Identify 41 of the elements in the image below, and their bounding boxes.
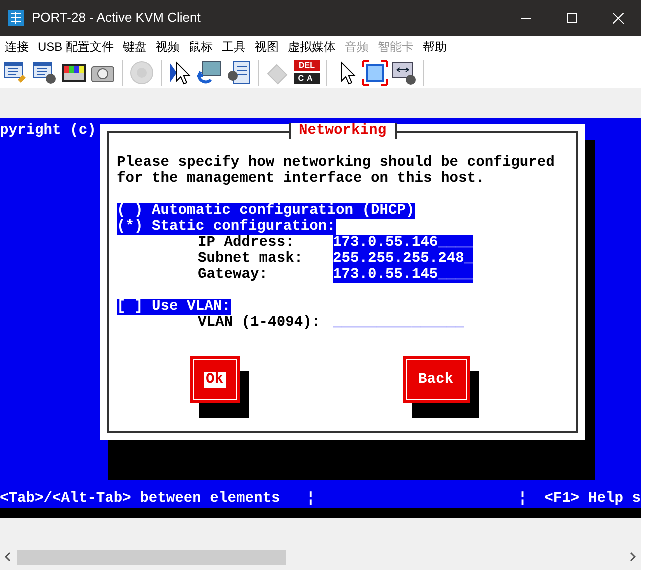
menu-item[interactable]: 鼠标 <box>186 38 216 56</box>
window-camera-icon[interactable] <box>32 60 58 86</box>
field-label: IP Address: <box>198 235 296 251</box>
menu-item[interactable]: USB 配置文件 <box>35 38 118 56</box>
dialog-title: Networking <box>289 123 397 139</box>
menu-item[interactable]: 视频 <box>153 38 184 56</box>
dialog-button[interactable]: Back <box>402 356 470 403</box>
close-icon <box>612 12 624 24</box>
picture-refresh-icon[interactable] <box>197 60 223 86</box>
status-text: ¦ <F1> Help s <box>518 491 641 507</box>
menu-item[interactable]: 帮助 <box>420 38 450 56</box>
radio-option[interactable]: (*) Static configuration: <box>117 219 336 235</box>
input-field[interactable]: 255.255.255.248_ <box>333 251 474 267</box>
window-title: PORT-28 - Active KVM Client <box>32 9 201 28</box>
menu-item[interactable]: 键盘 <box>120 38 150 56</box>
input-field[interactable]: 173.0.55.146____ <box>333 235 474 251</box>
menu-item[interactable]: 工具 <box>219 38 250 56</box>
scroll-left-icon[interactable] <box>3 552 13 562</box>
input-field[interactable]: _______________ <box>333 315 464 331</box>
radio-option[interactable]: ( ) Automatic configuration (DHCP) <box>117 203 415 219</box>
pointer-icon[interactable] <box>168 60 194 86</box>
checkbox-option[interactable]: [ ] Use VLAN: <box>117 299 231 315</box>
prompt-text: for the management interface on this host. <box>117 171 485 187</box>
field-label: VLAN (1-4094): <box>198 315 322 331</box>
input-field[interactable]: 173.0.55.145____ <box>333 267 474 283</box>
screen-camera-icon[interactable] <box>226 60 252 86</box>
fullscreen-icon[interactable] <box>362 60 388 86</box>
status-text: <Tab>/<Alt-Tab> between elements ¦ <box>0 491 316 507</box>
menu-item[interactable]: 连接 <box>2 38 32 56</box>
app-icon <box>8 10 24 26</box>
menu-item[interactable]: 虚拟媒体 <box>285 38 340 56</box>
scale-camera-icon[interactable] <box>391 60 417 86</box>
menu-item[interactable]: 视图 <box>252 38 282 56</box>
field-label: Subnet mask: <box>198 251 304 267</box>
scroll-right-icon[interactable] <box>628 552 638 562</box>
window-link-icon[interactable] <box>3 60 29 86</box>
dialog-button[interactable]: Ok <box>190 356 240 403</box>
console-text: pyright (c) <box>0 123 96 139</box>
field-label: Gateway: <box>198 267 270 283</box>
prompt-text: Please specify how networking should be configured <box>117 155 555 171</box>
scrollbar-thumb[interactable] <box>17 550 286 564</box>
